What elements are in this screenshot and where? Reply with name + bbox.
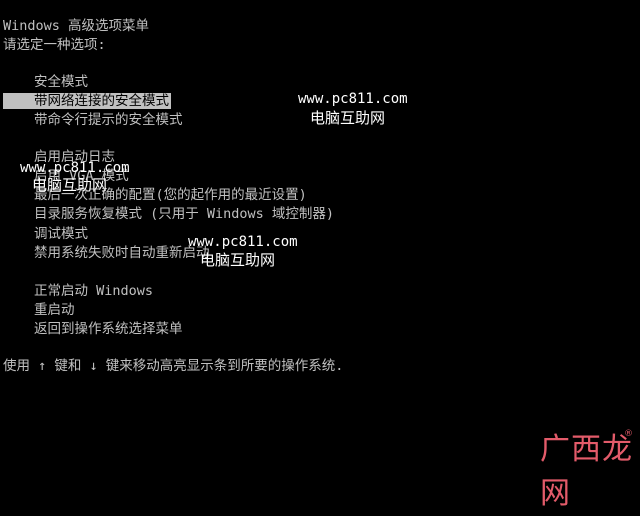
screen-title: Windows 高级选项菜单 (3, 18, 150, 34)
menu-item-disable-auto-restart[interactable]: 禁用系统失败时自动重新启动 (34, 245, 210, 261)
screen-prompt: 请选定一种选项: (3, 37, 106, 53)
site-logo-text: 广西龙网 (540, 432, 633, 511)
watermark-url: www.pc811.com (298, 91, 408, 107)
watermark-url: www.pc811.com (188, 234, 298, 250)
menu-item-start-normally[interactable]: 正常启动 Windows (34, 283, 153, 299)
menu-item-return-os-menu[interactable]: 返回到操作系统选择菜单 (34, 321, 183, 337)
menu-item-reboot[interactable]: 重启动 (34, 302, 75, 318)
site-logo: 广西龙网 ® (540, 428, 636, 512)
menu-item-debugging-mode[interactable]: 调试模式 (34, 226, 88, 242)
instruction-footer: 使用 ↑ 键和 ↓ 键来移动高亮显示条到所要的操作系统. (3, 358, 344, 374)
menu-item-safe-mode-networking[interactable]: 带网络连接的安全模式 (3, 93, 171, 109)
menu-item-safe-mode[interactable]: 安全模式 (34, 74, 88, 90)
registered-mark: ® (624, 429, 634, 439)
advanced-boot-options-screen: Windows 高级选项菜单 请选定一种选项: 安全模式 带网络连接的安全模式 … (0, 0, 640, 512)
menu-item-safe-mode-command-prompt[interactable]: 带命令行提示的安全模式 (34, 112, 183, 128)
watermark-name: 电脑互助网 (310, 109, 386, 127)
watermark-name: 电脑互助网 (32, 176, 108, 194)
menu-item-directory-services-restore[interactable]: 目录服务恢复模式 (只用于 Windows 域控制器) (34, 206, 334, 222)
watermark-url: www.pc811.com (20, 160, 130, 176)
watermark-name: 电脑互助网 (200, 251, 276, 269)
